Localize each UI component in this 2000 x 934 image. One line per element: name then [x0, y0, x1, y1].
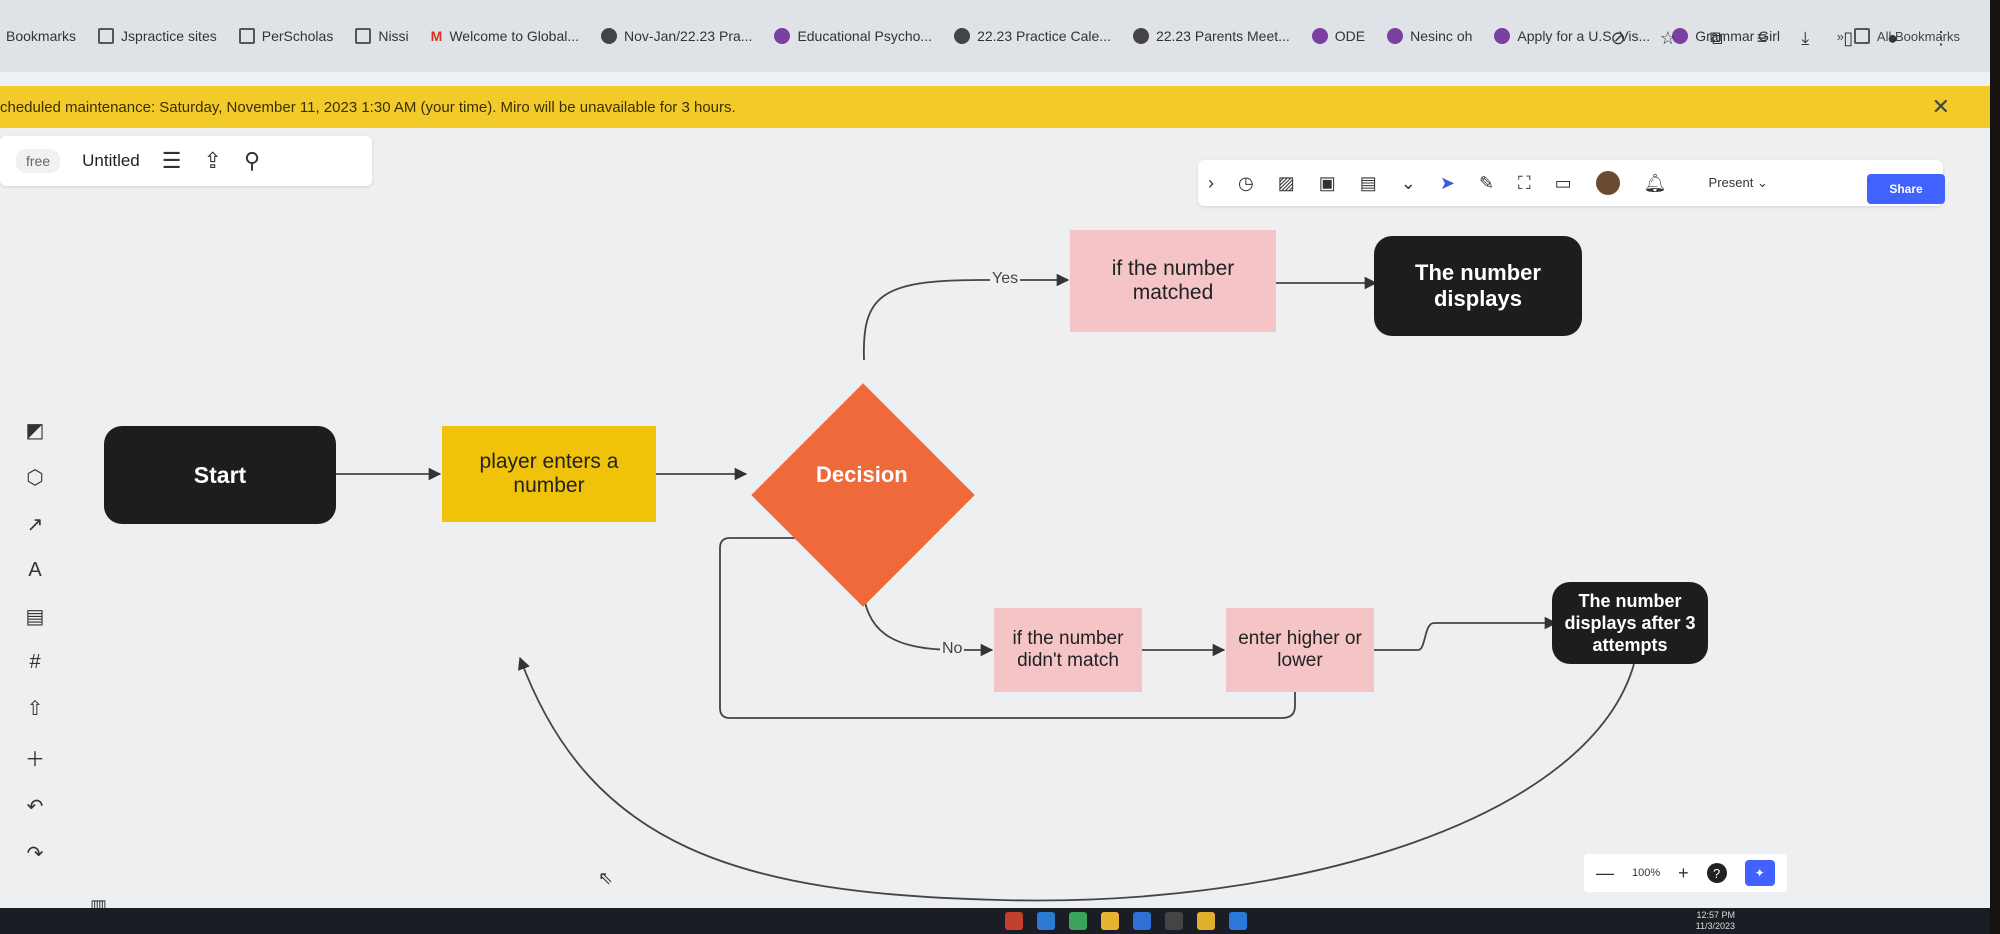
yes-label: Yes [990, 270, 1021, 288]
displays-node[interactable]: The number displays [1374, 236, 1582, 336]
system-clock[interactable]: 12:57 PM 11/3/2023 [1696, 910, 1735, 932]
start-node[interactable]: Start [104, 426, 336, 524]
eye-off-icon[interactable]: ⊘ [1611, 28, 1626, 49]
bookmarks-right: » All Bookmarks [1837, 0, 1960, 72]
bookmark-item[interactable]: PerScholas [238, 28, 334, 44]
taskbar-app-icon[interactable] [1069, 912, 1087, 930]
star-icon[interactable]: ☆ [1660, 28, 1676, 49]
zoom-out-button[interactable]: — [1596, 863, 1614, 884]
bookmark-item[interactable]: M Welcome to Global... [431, 28, 579, 44]
zoom-in-button[interactable]: + [1678, 863, 1689, 884]
bookmark-item[interactable]: 22.23 Parents Meet... [1132, 28, 1290, 44]
zoom-level[interactable]: 100% [1632, 867, 1660, 879]
globe-icon [954, 28, 971, 44]
taskbar-app-icon[interactable] [1101, 912, 1119, 930]
decision-label: Decision [816, 462, 908, 487]
bookmark-item[interactable]: Educational Psycho... [774, 28, 932, 44]
bookmark-label: 22.23 Practice Cale... [977, 28, 1111, 44]
bookmark-label: Welcome to Global... [449, 28, 580, 44]
screen: Bookmarks Jspractice sites PerScholas Nissi… [0, 0, 1990, 934]
folder-icon [1853, 28, 1870, 44]
banner-text: cheduled maintenance: Saturday, November… [0, 98, 736, 116]
bookmark-label: ODE [1334, 28, 1366, 44]
bookmark-item[interactable]: Bookmarks [6, 28, 76, 44]
higher-lower-node[interactable]: enter higher or lower [1226, 608, 1374, 692]
taskbar-app-icon[interactable] [1197, 912, 1215, 930]
extensions-icon[interactable]: ⧉ [1710, 28, 1723, 49]
bookmark-label: Nov-Jan/22.23 Pra... [624, 28, 753, 44]
bookmark-item[interactable]: 22.23 Practice Cale... [954, 28, 1111, 44]
bookmark-label: 22.23 Parents Meet... [1155, 28, 1290, 44]
gmail-icon: M [430, 28, 443, 44]
globe-icon [601, 28, 618, 44]
connector-higher-after [1372, 622, 1484, 651]
connector-yes [863, 273, 1070, 361]
bookmark-label: PerScholas [261, 28, 334, 44]
ai-assist-icon[interactable]: ✦ [1744, 860, 1775, 886]
bookmarks-overflow-icon[interactable]: » [1837, 29, 1844, 44]
site-icon [1387, 28, 1404, 44]
taskbar-app-icon[interactable] [1133, 912, 1151, 930]
maintenance-banner: cheduled maintenance: Saturday, November… [0, 86, 1990, 128]
taskbar-apps [1005, 912, 1247, 930]
reading-list-icon[interactable]: ≡ [1757, 28, 1768, 49]
download-icon[interactable]: ⤓ [1801, 28, 1809, 49]
bookmark-label: Jspractice sites [121, 28, 217, 44]
site-icon [1494, 28, 1511, 44]
bookmark-item[interactable]: Nov-Jan/22.23 Pra... [601, 28, 752, 44]
folder-icon [355, 28, 372, 44]
mouse-pointer-icon: ⇖ [598, 868, 614, 888]
connector-no [861, 583, 994, 657]
folder-icon [98, 28, 115, 44]
board-canvas[interactable]: free Untitled ☰ ⇪ ⚲ › ◷ ▨ ▣ ▤ ⌄ ➤ ✎ ⛶ ▭ … [0, 128, 1990, 916]
taskbar: 12:57 PM 11/3/2023 [0, 908, 1990, 934]
bookmark-label: Nissi [378, 28, 409, 44]
bookmark-item[interactable]: ODE [1311, 28, 1366, 44]
folder-icon [238, 28, 255, 44]
taskbar-app-icon[interactable] [1005, 912, 1023, 930]
site-icon [1311, 28, 1328, 44]
bookmark-label: Educational Psycho... [797, 28, 933, 44]
globe-icon [1132, 28, 1149, 44]
site-icon [774, 28, 791, 44]
taskbar-app-icon[interactable] [1037, 912, 1055, 930]
no-label: No [940, 640, 965, 658]
taskbar-app-icon[interactable] [1165, 912, 1183, 930]
after-attempts-node[interactable]: The number displays after 3 attempts [1552, 582, 1708, 664]
bookmark-item[interactable]: Nesinc oh [1387, 28, 1472, 44]
matched-node[interactable]: if the number matched [1070, 230, 1276, 332]
all-bookmarks-button[interactable]: All Bookmarks [1853, 28, 1960, 44]
close-icon[interactable]: ✕ [1932, 94, 1950, 120]
input-node[interactable]: player enters a number [442, 426, 656, 522]
monitor-bezel [1990, 0, 2000, 934]
not-matched-node[interactable]: if the number didn't match [994, 608, 1142, 692]
bookmark-label: Bookmarks [6, 28, 77, 44]
zoom-control: — 100% + ? ✦ [1584, 854, 1787, 892]
bookmark-item[interactable]: Jspractice sites [98, 28, 217, 44]
connector-return-to-input [518, 656, 1635, 902]
vscode-icon[interactable] [1229, 912, 1247, 930]
help-button[interactable]: ? [1706, 863, 1727, 883]
bookmark-label: Nesinc oh [1410, 28, 1473, 44]
bookmark-item[interactable]: Nissi [355, 28, 409, 44]
